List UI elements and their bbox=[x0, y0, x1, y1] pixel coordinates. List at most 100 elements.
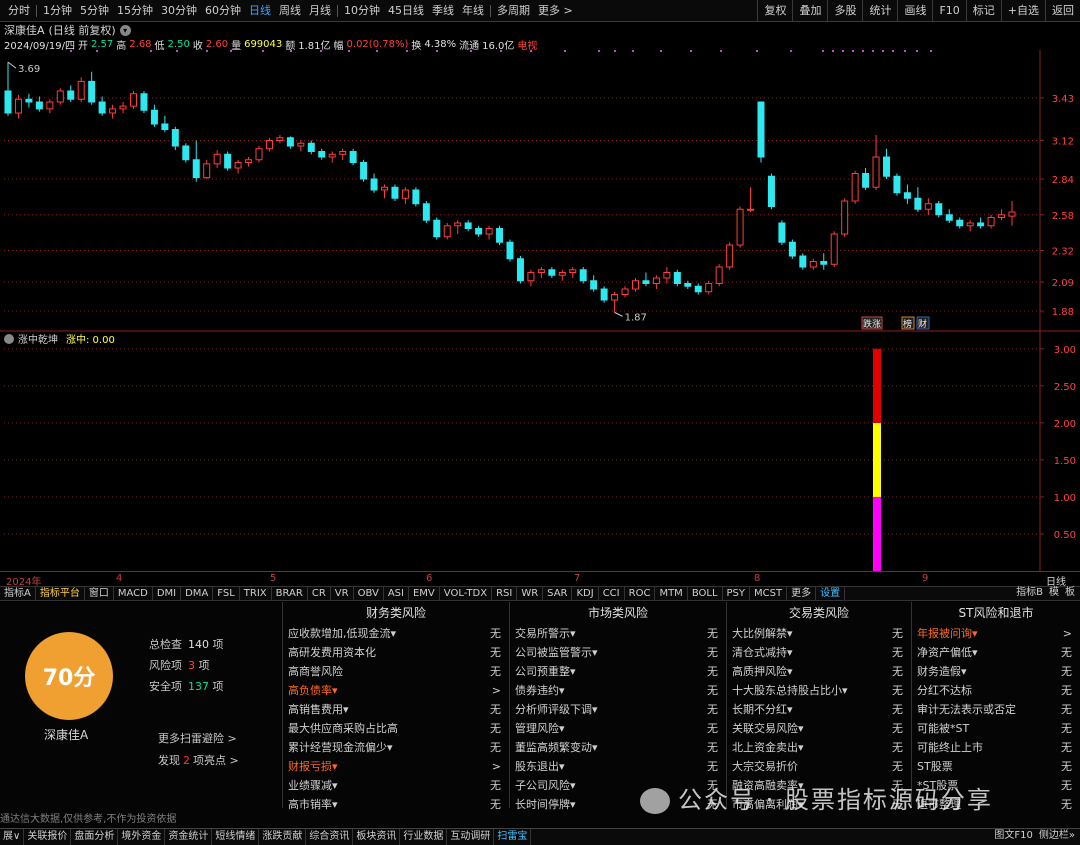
candle[interactable] bbox=[788, 239, 796, 259]
risk-item[interactable]: 高研发费用资本化 无 bbox=[283, 643, 509, 662]
candle[interactable] bbox=[757, 101, 765, 163]
indicator-tab-19[interactable]: CCI bbox=[599, 587, 625, 600]
indicator-tab-14[interactable]: VOL-TDX bbox=[440, 587, 493, 600]
period-tab-14[interactable]: 更多 > bbox=[534, 0, 577, 22]
period-tab-5[interactable]: 60分钟 bbox=[201, 0, 245, 22]
candle[interactable] bbox=[851, 170, 859, 204]
candle[interactable] bbox=[412, 187, 420, 207]
indicator-tab-16[interactable]: WR bbox=[517, 587, 544, 600]
risk-item[interactable]: 累计经营现金流偏少▾ 无 bbox=[283, 738, 509, 757]
candle[interactable] bbox=[841, 198, 849, 237]
candle[interactable] bbox=[224, 151, 232, 171]
statusbar-tab-3[interactable]: 境外资金 bbox=[118, 829, 166, 845]
toolbar-button-1[interactable]: 叠加 bbox=[792, 0, 827, 22]
candle[interactable] bbox=[726, 242, 734, 270]
risk-item[interactable]: 交易所警示▾ 无 bbox=[510, 624, 726, 643]
candle[interactable] bbox=[360, 159, 368, 182]
risk-item[interactable]: 公司预重整▾ 无 bbox=[510, 662, 726, 681]
risk-item[interactable]: 大宗交易折价 无 bbox=[727, 757, 911, 776]
statusbar-tab-2[interactable]: 盘面分析 bbox=[71, 829, 119, 845]
period-tab-13[interactable]: 多周期 bbox=[493, 0, 534, 22]
indicator-tab-1[interactable]: 指标平台 bbox=[36, 587, 85, 600]
risk-item[interactable]: 高商誉风险 无 bbox=[283, 662, 509, 681]
risk-item[interactable]: 可能被*ST 无 bbox=[912, 719, 1080, 738]
risk-item[interactable]: 大比例解禁▾ 无 bbox=[727, 624, 911, 643]
candle[interactable] bbox=[799, 253, 807, 270]
candle[interactable] bbox=[778, 220, 786, 245]
risk-item[interactable]: 高质押风险▾ 无 bbox=[727, 662, 911, 681]
indicator-chart[interactable]: 涨中乾坤 涨中: 0.00 3.00 2.50 2.00 1.50 1.00 0.50 bbox=[0, 332, 1080, 571]
statusbar-tab-9[interactable]: 行业数据 bbox=[400, 829, 448, 845]
risk-item[interactable]: 管理风险▾ 无 bbox=[510, 719, 726, 738]
risk-item[interactable]: 高负债率▾ > bbox=[283, 681, 509, 700]
statusbar-right-1[interactable]: 侧边栏» bbox=[1036, 828, 1078, 845]
toolbar-button-5[interactable]: F10 bbox=[932, 0, 965, 22]
candle[interactable] bbox=[600, 286, 608, 303]
risk-item[interactable]: 股东退出▾ 无 bbox=[510, 757, 726, 776]
candle[interactable] bbox=[830, 231, 838, 267]
risk-item[interactable]: 董监高频繁变动▾ 无 bbox=[510, 738, 726, 757]
indicator-tab-2[interactable]: 窗口 bbox=[85, 587, 114, 600]
indicator-tab-12[interactable]: ASI bbox=[384, 587, 409, 600]
indicator-tab-23[interactable]: PSY bbox=[723, 587, 751, 600]
period-tab-6[interactable]: 日线 bbox=[245, 0, 275, 22]
indicator-tab-right-0[interactable]: 指标B bbox=[1013, 586, 1046, 601]
risk-item[interactable]: 十大股东总持股占比小▾ 无 bbox=[727, 681, 911, 700]
statusbar-tab-1[interactable]: 关联报价 bbox=[24, 829, 72, 845]
risk-item[interactable]: 可能终止上市 无 bbox=[912, 738, 1080, 757]
indicator-tab-25[interactable]: 更多 bbox=[787, 587, 817, 600]
period-tab-11[interactable]: 季线 bbox=[428, 0, 458, 22]
indicator-tab-right-1[interactable]: 模 bbox=[1046, 586, 1062, 601]
indicator-tab-7[interactable]: TRIX bbox=[240, 587, 272, 600]
indicator-tab-8[interactable]: BRAR bbox=[272, 587, 308, 600]
candle[interactable] bbox=[422, 201, 430, 223]
indicator-tab-6[interactable]: FSL bbox=[213, 587, 240, 600]
toolbar-button-8[interactable]: 返回 bbox=[1045, 0, 1080, 22]
candle[interactable] bbox=[255, 146, 263, 163]
more-scan-link[interactable]: 更多扫雷避险 > bbox=[158, 730, 237, 746]
candle[interactable] bbox=[506, 239, 514, 262]
indicator-tab-11[interactable]: OBV bbox=[354, 587, 384, 600]
indicator-tab-21[interactable]: MTM bbox=[655, 587, 688, 600]
candle[interactable] bbox=[935, 201, 943, 218]
statusbar-tab-4[interactable]: 资金统计 bbox=[165, 829, 213, 845]
risk-item[interactable]: 长期不分红▾ 无 bbox=[727, 700, 911, 719]
candle[interactable] bbox=[349, 148, 357, 166]
candle[interactable] bbox=[77, 77, 85, 102]
indicator-tab-10[interactable]: VR bbox=[331, 587, 354, 600]
risk-item[interactable]: ST股票 无 bbox=[912, 757, 1080, 776]
chevron-down-icon[interactable] bbox=[4, 334, 14, 344]
indicator-tab-26[interactable]: 设置 bbox=[816, 587, 846, 600]
statusbar-tab-10[interactable]: 互动调研 bbox=[447, 829, 495, 845]
candle[interactable] bbox=[433, 217, 441, 240]
period-tab-9[interactable]: 10分钟 bbox=[340, 0, 384, 22]
toolbar-button-2[interactable]: 多股 bbox=[827, 0, 862, 22]
risk-item[interactable]: 高销售费用▾ 无 bbox=[283, 700, 509, 719]
period-tab-12[interactable]: 年线 bbox=[458, 0, 488, 22]
toolbar-button-6[interactable]: 标记 bbox=[965, 0, 1001, 22]
risk-item[interactable]: 审计无法表示或否定 无 bbox=[912, 700, 1080, 719]
indicator-tab-4[interactable]: DMI bbox=[153, 587, 182, 600]
candle[interactable] bbox=[715, 264, 723, 287]
risk-item[interactable]: 分析师评级下调▾ 无 bbox=[510, 700, 726, 719]
statusbar-tab-11[interactable]: 扫雷宝 bbox=[494, 829, 532, 845]
candle[interactable] bbox=[391, 184, 399, 202]
statusbar-tab-5[interactable]: 短线情绪 bbox=[212, 829, 260, 845]
period-tab-3[interactable]: 15分钟 bbox=[113, 0, 157, 22]
statusbar-tab-6[interactable]: 涨跌贡献 bbox=[259, 829, 307, 845]
candle[interactable] bbox=[516, 256, 524, 284]
risk-item[interactable]: 分红不达标 无 bbox=[912, 681, 1080, 700]
period-tab-10[interactable]: 45日线 bbox=[384, 0, 428, 22]
indicator-tab-0[interactable]: 指标A bbox=[0, 587, 36, 600]
highlights-link[interactable]: 发现 2 项亮点 > bbox=[158, 752, 239, 768]
statusbar-tab-7[interactable]: 综合资讯 bbox=[306, 829, 354, 845]
candle[interactable] bbox=[673, 269, 681, 287]
candle[interactable] bbox=[56, 88, 64, 105]
candle[interactable] bbox=[736, 206, 744, 248]
candle[interactable] bbox=[140, 91, 148, 113]
period-tab-0[interactable]: 分时 bbox=[4, 0, 34, 22]
risk-item[interactable]: 年报被问询▾ > bbox=[912, 624, 1080, 643]
risk-item[interactable]: 清仓式减持▾ 无 bbox=[727, 643, 911, 662]
risk-item[interactable]: 财务造假▾ 无 bbox=[912, 662, 1080, 681]
candle[interactable] bbox=[182, 143, 190, 163]
